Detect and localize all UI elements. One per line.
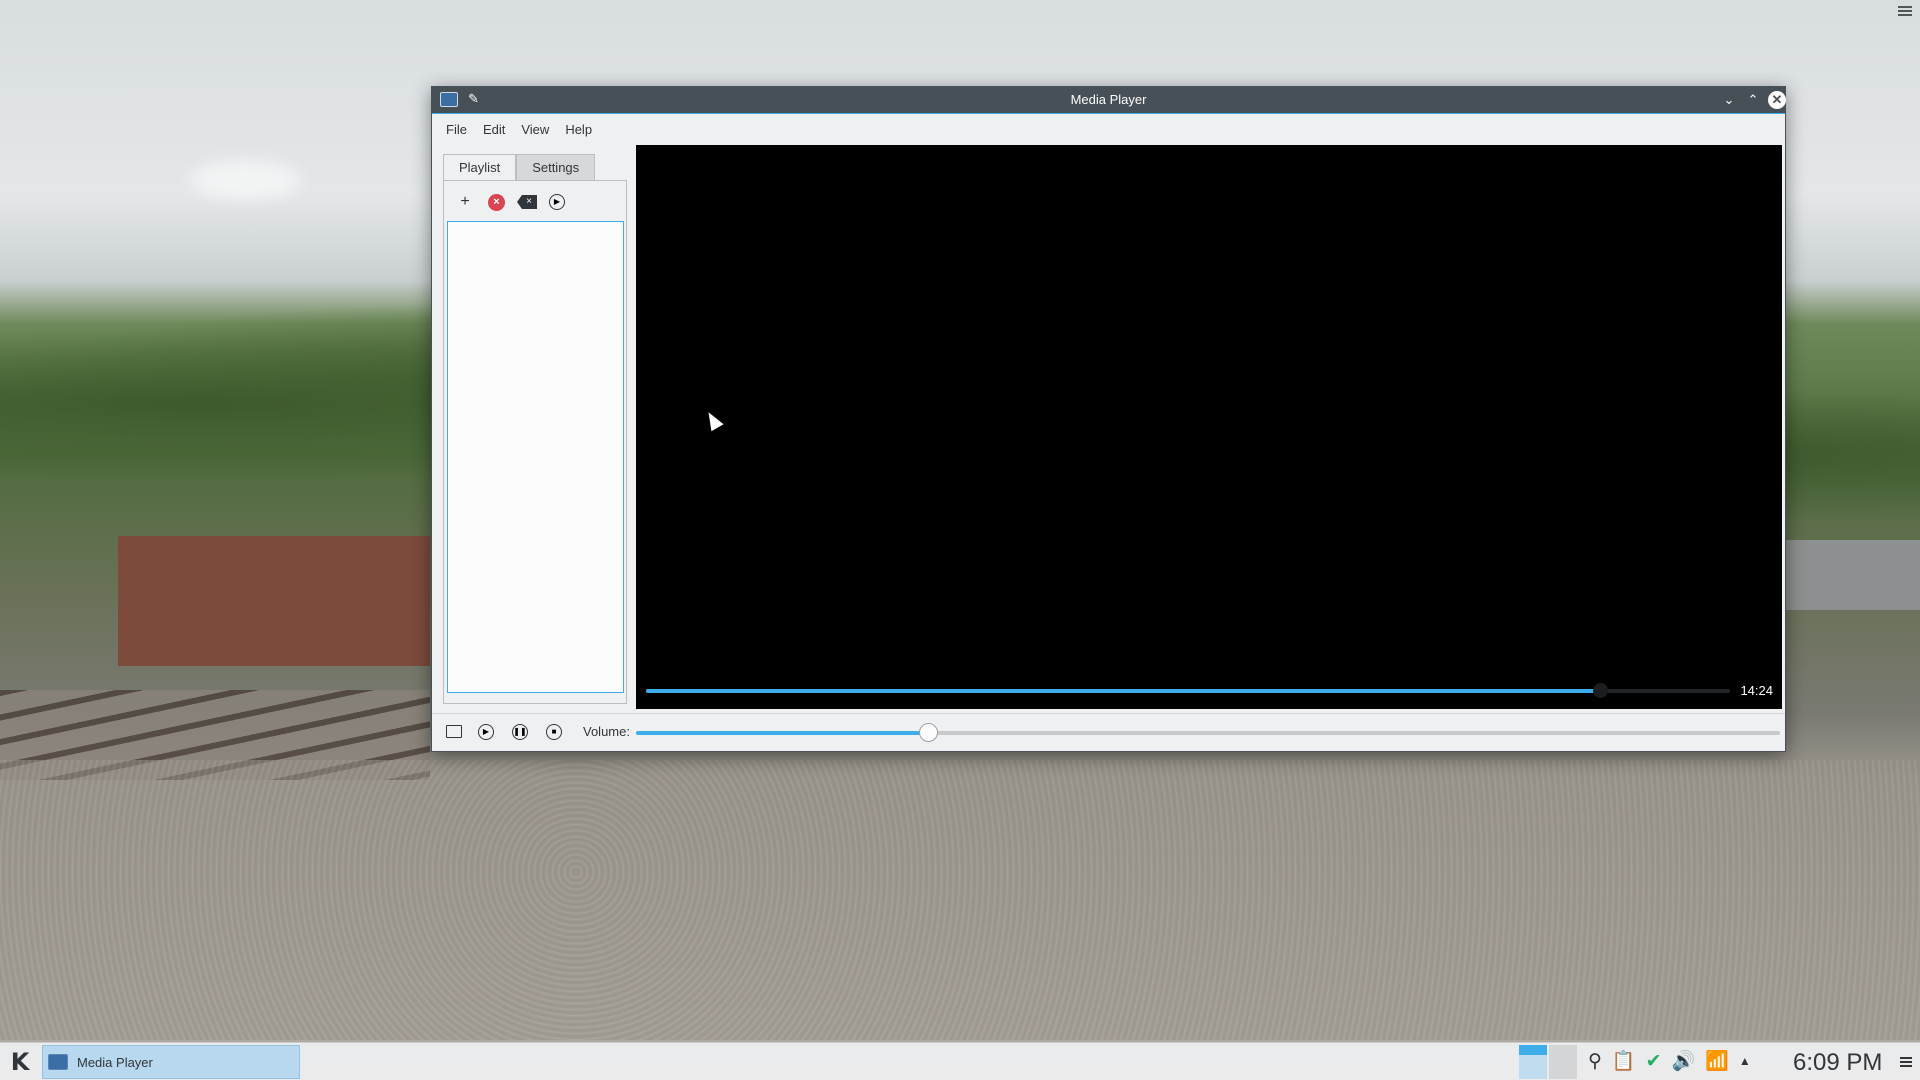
virtual-desktop-pager[interactable] <box>1519 1045 1577 1079</box>
playlist-toolbar: + × × ▶ <box>454 191 565 213</box>
wallpaper-train <box>1785 540 1920 610</box>
stop-icon[interactable]: ■ <box>546 724 562 740</box>
desktop-menu-icon[interactable] <box>1898 6 1912 18</box>
wallpaper-gravel <box>0 760 1920 1040</box>
mouse-cursor <box>702 408 724 432</box>
volume-icon[interactable]: 🔊 <box>1672 1049 1696 1073</box>
seek-progress <box>646 689 1600 693</box>
clock[interactable]: 6:09 PM <box>1793 1049 1882 1077</box>
playlist-list[interactable] <box>447 221 624 693</box>
titlebar[interactable]: ✎ Media Player ⌄ ⌃ ✕ <box>432 87 1786 114</box>
task-label: Media Player <box>77 1054 153 1070</box>
shield-check-icon[interactable]: ✔ <box>1646 1050 1662 1073</box>
time-display: 14:24 <box>1740 683 1773 698</box>
play-icon[interactable]: ▶ <box>478 724 494 740</box>
clear-backspace-icon[interactable]: × <box>517 195 537 209</box>
panel-menu-icon[interactable] <box>1900 1057 1912 1069</box>
menu-help[interactable]: Help <box>557 122 600 137</box>
menu-edit[interactable]: Edit <box>475 122 513 137</box>
user-switch-icon[interactable]: ⚲ <box>1588 1050 1602 1073</box>
system-tray: ⚲ 📋 ✔ 🔊 📶 ▲ <box>1588 1049 1751 1073</box>
seek-handle[interactable] <box>1592 683 1608 698</box>
pause-icon[interactable]: ❚❚ <box>512 724 528 740</box>
task-media-player[interactable]: Media Player <box>42 1045 300 1079</box>
cloud <box>190 160 300 200</box>
media-player-task-icon <box>48 1054 68 1070</box>
tab-playlist[interactable]: Playlist <box>443 154 517 180</box>
wallpaper-building <box>118 536 430 666</box>
window-title: Media Player <box>1070 92 1147 107</box>
tab-settings[interactable]: Settings <box>516 154 596 180</box>
playlist-panel: + × × ▶ <box>443 180 627 704</box>
maximize-button[interactable]: ⌃ <box>1743 90 1763 110</box>
remove-circle-icon[interactable]: × <box>488 193 505 211</box>
menubar: File Edit View Help <box>432 114 1785 144</box>
menu-view[interactable]: View <box>513 122 557 137</box>
taskbar: K Media Player ⚲ 📋 ✔ 🔊 📶 ▲ 6:09 PM <box>0 1042 1920 1080</box>
tray-expand-icon[interactable]: ▲ <box>1739 1054 1751 1068</box>
application-launcher-icon[interactable]: K <box>6 1048 34 1076</box>
close-button[interactable]: ✕ <box>1768 91 1786 109</box>
volume-handle[interactable] <box>918 723 938 742</box>
video-area[interactable]: 14:24 <box>636 145 1782 709</box>
media-player-window: ✎ Media Player ⌄ ⌃ ✕ File Edit View Help… <box>431 86 1786 752</box>
menu-file[interactable]: File <box>438 122 475 137</box>
plus-icon[interactable]: + <box>454 191 476 213</box>
volume-slider[interactable] <box>636 723 1780 742</box>
clipboard-icon[interactable]: 📋 <box>1612 1049 1636 1073</box>
desktop-2[interactable] <box>1549 1045 1577 1079</box>
wifi-icon[interactable]: 📶 <box>1705 1049 1729 1073</box>
volume-level <box>636 731 928 735</box>
desktop-1[interactable] <box>1519 1045 1547 1079</box>
minimize-button[interactable]: ⌄ <box>1719 90 1739 110</box>
playback-controls: ▶ ❚❚ ■ Volume: <box>432 713 1785 749</box>
seek-slider[interactable] <box>646 683 1730 698</box>
volume-label: Volume: <box>583 724 630 739</box>
side-tabs: Playlist Settings <box>443 154 596 180</box>
play-circle-icon[interactable]: ▶ <box>549 194 565 210</box>
open-folder-icon[interactable] <box>446 725 462 738</box>
